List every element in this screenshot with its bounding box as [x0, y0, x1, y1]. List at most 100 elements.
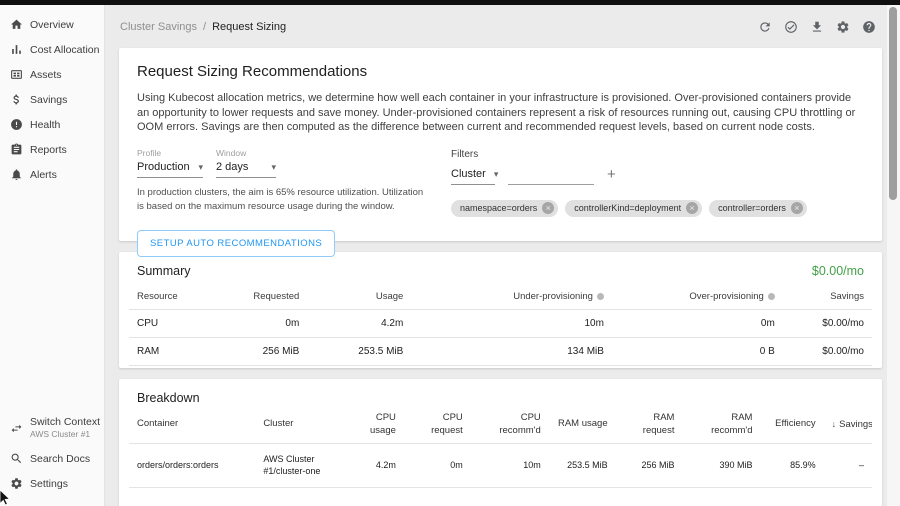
- profile-value: Production: [137, 161, 190, 173]
- filter-chip: controllerKind=deployment: [565, 200, 702, 217]
- chevron-down-icon: [263, 161, 276, 173]
- dollar-icon: [10, 93, 23, 106]
- sidebar-item-label: Cost Allocation: [30, 44, 99, 56]
- description-text: Using Kubecost allocation metrics, we de…: [137, 91, 864, 135]
- sidebar-item-savings[interactable]: Savings: [0, 87, 104, 112]
- filters-label: Filters: [451, 149, 864, 160]
- sidebar-item-alerts[interactable]: Alerts: [0, 162, 104, 187]
- col-ram-usage[interactable]: RAM usage: [549, 407, 616, 443]
- sidebar-item-reports[interactable]: Reports: [0, 137, 104, 162]
- summary-card: Summary $0.00/mo Resource Requested Usag…: [119, 252, 882, 368]
- sidebar-item-label: Assets: [30, 69, 62, 81]
- request-sizing-card: Request Sizing Recommendations Using Kub…: [119, 48, 882, 241]
- switch-context-label: Switch Context: [30, 416, 100, 429]
- filter-chip: namespace=orders: [451, 200, 558, 217]
- summary-row-ram: RAM 256 MiB 253.5 MiB 134 MiB 0 B $0.00/…: [129, 337, 872, 365]
- sidebar-item-health[interactable]: Health: [0, 112, 104, 137]
- chevron-down-icon: [486, 168, 499, 180]
- breakdown-card: Breakdown Container Cluster CPU usage CP…: [119, 379, 882, 506]
- refresh-icon[interactable]: [758, 20, 772, 34]
- sort-descending-icon: [832, 419, 840, 430]
- info-icon[interactable]: [597, 293, 604, 300]
- sidebar-item-label: Health: [30, 119, 60, 131]
- col-efficiency[interactable]: Efficiency: [760, 407, 823, 443]
- col-cpu-usage[interactable]: CPU usage: [352, 407, 404, 443]
- breakdown-table: Container Cluster CPU usage CPU request …: [129, 407, 872, 488]
- remove-filter-icon[interactable]: [791, 202, 803, 214]
- error-circle-icon: [10, 118, 23, 131]
- page-header: Cluster Savings / Request Sizing: [106, 5, 900, 48]
- col-over-provisioning: Over-provisioning: [612, 285, 783, 309]
- breadcrumb: Cluster Savings / Request Sizing: [120, 21, 286, 33]
- sidebar-item-switch-context[interactable]: Switch Context AWS Cluster #1: [0, 410, 104, 446]
- summary-title: Summary: [137, 264, 190, 278]
- sidebar-item-settings[interactable]: Settings: [0, 471, 104, 496]
- filter-value-input[interactable]: [508, 168, 594, 185]
- scrollbar-track: [887, 5, 900, 506]
- col-requested: Requested: [218, 285, 307, 309]
- profile-select[interactable]: Profile Production: [137, 148, 203, 178]
- summary-header-row: Resource Requested Usage Under-provision…: [129, 285, 872, 309]
- breakdown-row: orders/orders:orders AWS Cluster #1/clus…: [129, 443, 872, 487]
- app-window: Overview Cost Allocation Assets Savings …: [0, 0, 900, 506]
- sidebar-item-label: Overview: [30, 19, 74, 31]
- filter-type-select[interactable]: Cluster: [451, 168, 495, 185]
- col-savings-sorted[interactable]: Savings: [824, 407, 872, 443]
- col-ram-recommended[interactable]: RAM recomm'd: [682, 407, 760, 443]
- header-actions: [758, 20, 876, 34]
- profile-helper-text: In production clusters, the aim is 65% r…: [137, 186, 425, 214]
- col-cpu-request[interactable]: CPU request: [404, 407, 471, 443]
- add-filter-icon[interactable]: [607, 167, 616, 185]
- sidebar-item-overview[interactable]: Overview: [0, 12, 104, 37]
- sidebar-nav-bottom: Switch Context AWS Cluster #1 Search Doc…: [0, 410, 104, 496]
- col-cluster[interactable]: Cluster: [255, 407, 352, 443]
- remove-filter-icon[interactable]: [686, 202, 698, 214]
- col-container[interactable]: Container: [129, 407, 255, 443]
- sidebar-item-assets[interactable]: Assets: [0, 62, 104, 87]
- search-icon: [10, 452, 23, 465]
- chevron-down-icon: [190, 161, 203, 173]
- setup-auto-recommendations-button[interactable]: SETUP AUTO RECOMMENDATIONS: [137, 230, 335, 257]
- col-resource: Resource: [129, 285, 218, 309]
- check-circle-icon[interactable]: [784, 20, 798, 34]
- window-select[interactable]: Window 2 days: [216, 148, 276, 178]
- info-icon[interactable]: [768, 293, 775, 300]
- help-icon[interactable]: [862, 20, 876, 34]
- sidebar-item-label: Savings: [30, 94, 67, 106]
- mouse-cursor: [0, 490, 11, 506]
- sidebar-item-label: Reports: [30, 144, 67, 156]
- summary-table: Resource Requested Usage Under-provision…: [129, 285, 872, 366]
- gear-icon[interactable]: [836, 20, 850, 34]
- sidebar-nav-top: Overview Cost Allocation Assets Savings …: [0, 12, 104, 187]
- breadcrumb-current: Request Sizing: [212, 21, 286, 33]
- sidebar-item-search-docs[interactable]: Search Docs: [0, 446, 104, 471]
- bar-chart-icon: [10, 43, 23, 56]
- filter-chips: namespace=orders controllerKind=deployme…: [451, 200, 864, 217]
- grid-icon: [10, 68, 23, 81]
- breadcrumb-parent-link[interactable]: Cluster Savings: [120, 21, 197, 33]
- page-title: Request Sizing Recommendations: [137, 63, 864, 80]
- profile-label: Profile: [137, 148, 203, 158]
- remove-filter-icon[interactable]: [542, 202, 554, 214]
- sidebar: Overview Cost Allocation Assets Savings …: [0, 5, 105, 506]
- scrollbar-thumb[interactable]: [889, 7, 897, 200]
- summary-row-cpu: CPU 0m 4.2m 10m 0m $0.00/mo: [129, 309, 872, 337]
- sidebar-item-label: Search Docs: [30, 453, 90, 465]
- window-label: Window: [216, 148, 276, 158]
- breadcrumb-separator: /: [203, 21, 206, 33]
- window-value: 2 days: [216, 161, 248, 173]
- current-cluster-label: AWS Cluster #1: [30, 429, 100, 440]
- col-ram-request[interactable]: RAM request: [616, 407, 683, 443]
- breakdown-header-row: Container Cluster CPU usage CPU request …: [129, 407, 872, 443]
- breakdown-title: Breakdown: [129, 391, 872, 405]
- total-savings-value: $0.00/mo: [812, 264, 864, 278]
- clipboard-icon: [10, 143, 23, 156]
- gear-icon: [10, 477, 23, 490]
- sidebar-item-label: Settings: [30, 478, 68, 490]
- home-icon: [10, 18, 23, 31]
- col-usage: Usage: [307, 285, 411, 309]
- col-cpu-recommended[interactable]: CPU recomm'd: [471, 407, 549, 443]
- sidebar-item-cost-allocation[interactable]: Cost Allocation: [0, 37, 104, 62]
- download-icon[interactable]: [810, 20, 824, 34]
- top-black-bar: [0, 0, 900, 5]
